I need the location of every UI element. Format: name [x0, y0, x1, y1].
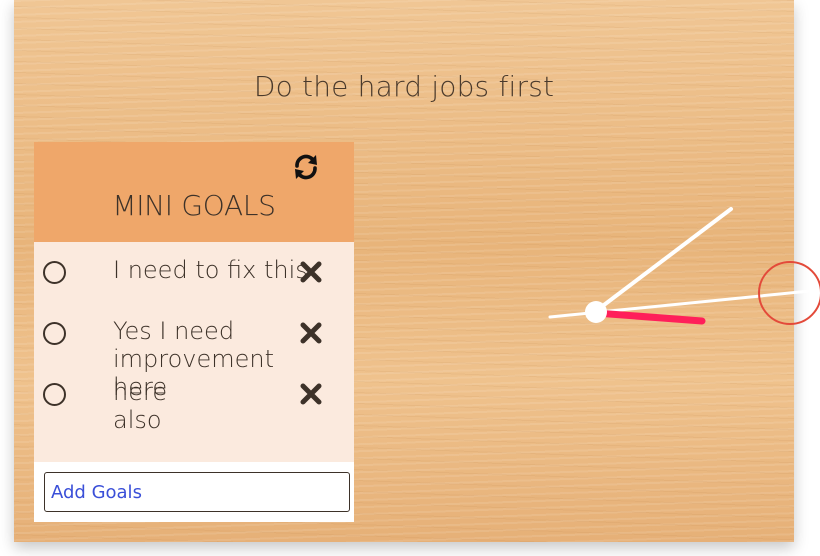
clock-center	[585, 301, 607, 323]
goals-title: MINI GOALS	[112, 189, 276, 222]
analog-clock	[548, 207, 820, 325]
goal-text: here also	[113, 378, 168, 434]
goal-item: Yes I need improvement here	[34, 303, 354, 401]
mini-goals-panel: MINI GOALS I need to fix this Yes I need…	[34, 142, 354, 522]
radio-circle-icon[interactable]	[43, 322, 66, 345]
radio-circle-icon[interactable]	[43, 261, 66, 284]
hour-hand	[594, 207, 733, 313]
close-x-icon[interactable]	[299, 260, 323, 284]
refresh-icon[interactable]	[291, 152, 321, 182]
second-hand	[592, 309, 706, 325]
goal-item: here also	[34, 364, 354, 434]
goal-item: I need to fix this	[34, 242, 354, 296]
radio-circle-icon[interactable]	[43, 383, 66, 406]
close-x-icon[interactable]	[299, 321, 323, 345]
add-goal-area	[34, 462, 354, 522]
motivational-quote: Do the hard jobs first	[253, 70, 555, 103]
add-goal-input[interactable]	[44, 472, 350, 512]
goals-header: MINI GOALS	[34, 142, 354, 242]
close-x-icon[interactable]	[299, 382, 323, 406]
